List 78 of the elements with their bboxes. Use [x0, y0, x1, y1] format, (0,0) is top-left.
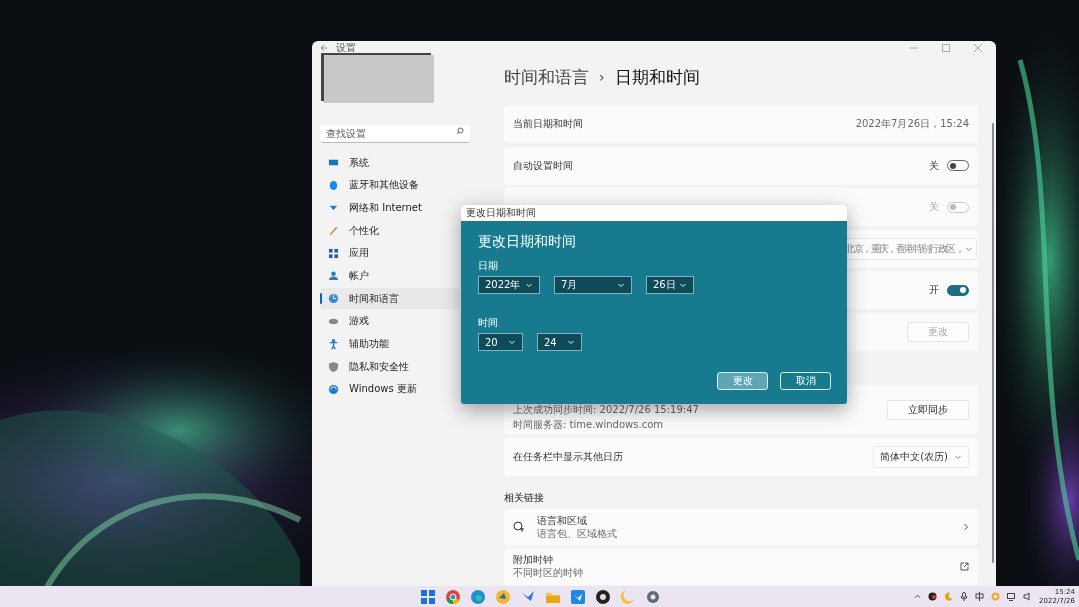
- sync-now-button[interactable]: 立即同步: [887, 399, 969, 420]
- brush-icon: [328, 225, 339, 237]
- toggle-state-label: 关: [929, 158, 939, 173]
- link-card[interactable]: 语言和区域 语言包、区域格式: [504, 509, 978, 545]
- time-select[interactable]: 20: [478, 333, 523, 351]
- sidebar-item[interactable]: 隐私和安全性: [320, 356, 460, 378]
- sidebar-item[interactable]: Windows 更新: [320, 378, 460, 400]
- setting-value: 2022年7月26日，15:24: [855, 117, 969, 131]
- chevron-down-icon: [567, 338, 575, 346]
- bird-app-icon[interactable]: [495, 588, 511, 605]
- sidebar-item[interactable]: 蓝牙和其他设备: [320, 174, 460, 196]
- shield-icon: [328, 361, 339, 373]
- toggle-switch[interactable]: [947, 284, 969, 296]
- time-select[interactable]: 24: [537, 333, 582, 351]
- sidebar-item[interactable]: 辅助功能: [320, 333, 460, 355]
- dialog-button[interactable]: 取消: [780, 372, 831, 390]
- dropdown[interactable]: 简体中文(农历): [873, 445, 969, 468]
- accessibility-icon: [328, 338, 339, 350]
- sync-info-text: 上次成功同步时间: 2022/7/26 15:19:47: [513, 403, 699, 417]
- browser-icon[interactable]: [470, 588, 486, 605]
- chevron-up-icon[interactable]: [914, 593, 922, 600]
- date-select[interactable]: 7月: [554, 276, 632, 294]
- toggle-state-label: 关: [929, 200, 939, 214]
- back-arrow-icon[interactable]: [320, 44, 328, 52]
- globe-clock-icon: [328, 293, 339, 305]
- window-title: 设置: [336, 41, 356, 55]
- link-subtitle: 不同时区的时钟: [513, 567, 583, 579]
- chevron-down-icon: [525, 281, 533, 289]
- field-label: 日期: [478, 259, 499, 273]
- date-select[interactable]: 26日: [646, 276, 694, 294]
- link-card[interactable]: 附加时钟 不同时区的时钟: [504, 548, 978, 585]
- field-label: 时间: [478, 316, 499, 330]
- link-title: 附加时钟: [513, 554, 554, 566]
- section-heading: 相关链接: [504, 491, 545, 505]
- input-method-icon[interactable]: [975, 592, 985, 601]
- bird-square-icon[interactable]: [570, 588, 586, 605]
- sidebar-item[interactable]: 网络和 Internet: [320, 197, 460, 219]
- link-subtitle: 语言包、区域格式: [537, 527, 617, 540]
- network-icon[interactable]: [1007, 592, 1017, 601]
- microphone-icon[interactable]: [960, 592, 969, 601]
- sync-info-text: 时间服务器: time.windows.com: [513, 418, 664, 432]
- tray-app-icon[interactable]: [928, 592, 938, 601]
- windows-icon[interactable]: [420, 588, 436, 605]
- breadcrumb-separator: ›: [599, 69, 605, 85]
- date-select[interactable]: 2022年: [478, 276, 540, 294]
- apps-icon: [328, 247, 339, 259]
- dialog-heading: 更改日期和时间: [478, 233, 577, 251]
- update-icon: [328, 383, 339, 395]
- search-icon: [456, 127, 464, 135]
- sidebar-item[interactable]: 系统: [320, 152, 460, 173]
- chevron-down-icon: [508, 338, 516, 346]
- sidebar-item[interactable]: 帐户: [320, 265, 460, 287]
- sidebar-item[interactable]: 个性化: [320, 220, 460, 242]
- external-link-icon: [960, 562, 969, 571]
- chrome-icon[interactable]: [445, 588, 461, 605]
- toggle-state-label: 开: [929, 283, 939, 297]
- setting-label: 当前日期和时间: [513, 117, 583, 131]
- chevron-right-icon: [963, 523, 969, 531]
- gear-icon[interactable]: [645, 588, 661, 605]
- speaker-icon[interactable]: [1023, 592, 1033, 601]
- person-icon: [328, 270, 339, 282]
- link-title: 语言和区域: [537, 514, 588, 527]
- breadcrumb-parent[interactable]: 时间和语言: [504, 65, 589, 89]
- maximize-icon[interactable]: [942, 44, 950, 52]
- setting-label: 自动设置时间: [513, 158, 573, 173]
- setting-label: 在任务栏中显示其他日历: [513, 449, 623, 464]
- close-icon[interactable]: [974, 44, 982, 52]
- chevron-down-icon: [617, 281, 625, 289]
- sidebar-item[interactable]: 应用: [320, 242, 460, 264]
- search-field[interactable]: 查找设置: [320, 125, 470, 143]
- record-icon[interactable]: [595, 588, 611, 605]
- moon-icon[interactable]: [944, 592, 954, 601]
- sidebar-item[interactable]: 时间和语言: [320, 288, 460, 310]
- chevron-down-icon: [679, 281, 687, 289]
- dialog-title: 更改日期和时间: [461, 205, 847, 221]
- page-title: 日期和时间: [614, 65, 700, 89]
- monitor-icon: [328, 157, 339, 168]
- sidebar-item[interactable]: 游戏: [320, 310, 460, 332]
